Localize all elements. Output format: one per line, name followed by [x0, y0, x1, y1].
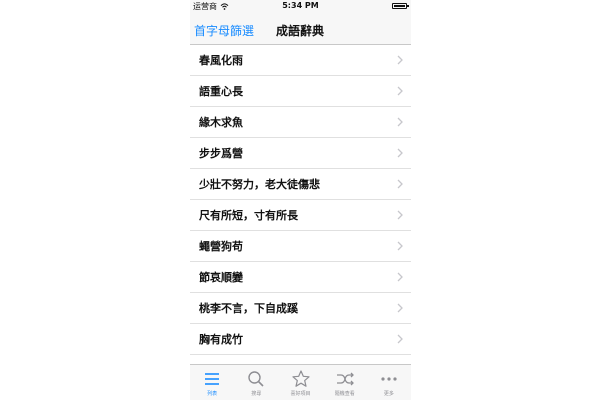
- list-item-label: 步步爲營: [199, 147, 243, 160]
- star-icon: [291, 370, 310, 387]
- chevron-right-icon: [397, 210, 403, 220]
- tab-favorites[interactable]: 喜好項目: [278, 365, 322, 400]
- tab-more[interactable]: 更多: [367, 365, 411, 400]
- list-item[interactable]: 節哀順變: [190, 262, 411, 293]
- list-item-label: 緣木求魚: [199, 116, 243, 129]
- tab-label: 搜尋: [251, 391, 262, 397]
- shuffle-icon: [336, 372, 354, 386]
- tab-random[interactable]: 隨機查看: [323, 365, 367, 400]
- chevron-right-icon: [397, 86, 403, 96]
- status-time: 5:34 PM: [282, 1, 319, 10]
- idiom-list[interactable]: 春風化雨 語重心長 緣木求魚 步步爲營 少壯不努力，老大徒傷悲 尺有所短，寸有所…: [190, 45, 411, 364]
- chevron-right-icon: [397, 272, 403, 282]
- list-item[interactable]: 胸有成竹: [190, 324, 411, 355]
- chevron-right-icon: [397, 117, 403, 127]
- tab-list[interactable]: 列表: [190, 365, 234, 400]
- tab-bar: 列表 搜尋 喜好項目 隨機查看 更多: [190, 364, 411, 400]
- list-item[interactable]: 緣木求魚: [190, 107, 411, 138]
- chevron-right-icon: [397, 241, 403, 251]
- app-screen: 运营商 5:34 PM 首字母篩選 成語辭典 春風化雨 語重心長 緣木求魚 步步…: [190, 0, 411, 400]
- chevron-right-icon: [397, 334, 403, 344]
- page-title: 成語辭典: [276, 24, 325, 38]
- tab-search[interactable]: 搜尋: [234, 365, 278, 400]
- chevron-right-icon: [397, 148, 403, 158]
- tab-label: 列表: [207, 391, 218, 397]
- chevron-right-icon: [397, 303, 403, 313]
- list-item-label: 桃李不言，下自成蹊: [199, 302, 298, 315]
- chevron-right-icon: [397, 179, 403, 189]
- list-item-label: 少壯不努力，老大徒傷悲: [199, 178, 320, 191]
- list-item-label: 蠅營狗苟: [199, 240, 243, 253]
- list-item[interactable]: 語重心長: [190, 76, 411, 107]
- search-icon: [248, 371, 264, 387]
- list-item[interactable]: 桃李不言，下自成蹊: [190, 293, 411, 324]
- list-item-label: 春風化雨: [199, 54, 243, 67]
- chevron-right-icon: [397, 55, 403, 65]
- status-bar: 运营商 5:34 PM: [190, 0, 411, 13]
- initial-filter-button[interactable]: 首字母篩選: [194, 22, 254, 39]
- list-item[interactable]: 春風化雨: [190, 45, 411, 76]
- battery-icon: [392, 3, 409, 9]
- list-item[interactable]: 蠅營狗苟: [190, 231, 411, 262]
- tab-label: 更多: [383, 391, 394, 397]
- list-item-label: 胸有成竹: [199, 333, 243, 346]
- list-item-label: 尺有所短，寸有所長: [199, 209, 298, 222]
- list-item-label: 節哀順變: [199, 271, 243, 284]
- list-item[interactable]: 步步爲營: [190, 138, 411, 169]
- tab-label: 隨機查看: [334, 391, 355, 397]
- tab-label: 喜好項目: [290, 391, 311, 397]
- list-item-label: 語重心長: [199, 85, 243, 98]
- list-item[interactable]: 尺有所短，寸有所長: [190, 200, 411, 231]
- more-icon: [381, 377, 397, 381]
- list-item[interactable]: 少壯不努力，老大徒傷悲: [190, 169, 411, 200]
- list-icon: [205, 373, 220, 385]
- navigation-bar: 首字母篩選 成語辭典: [190, 13, 411, 45]
